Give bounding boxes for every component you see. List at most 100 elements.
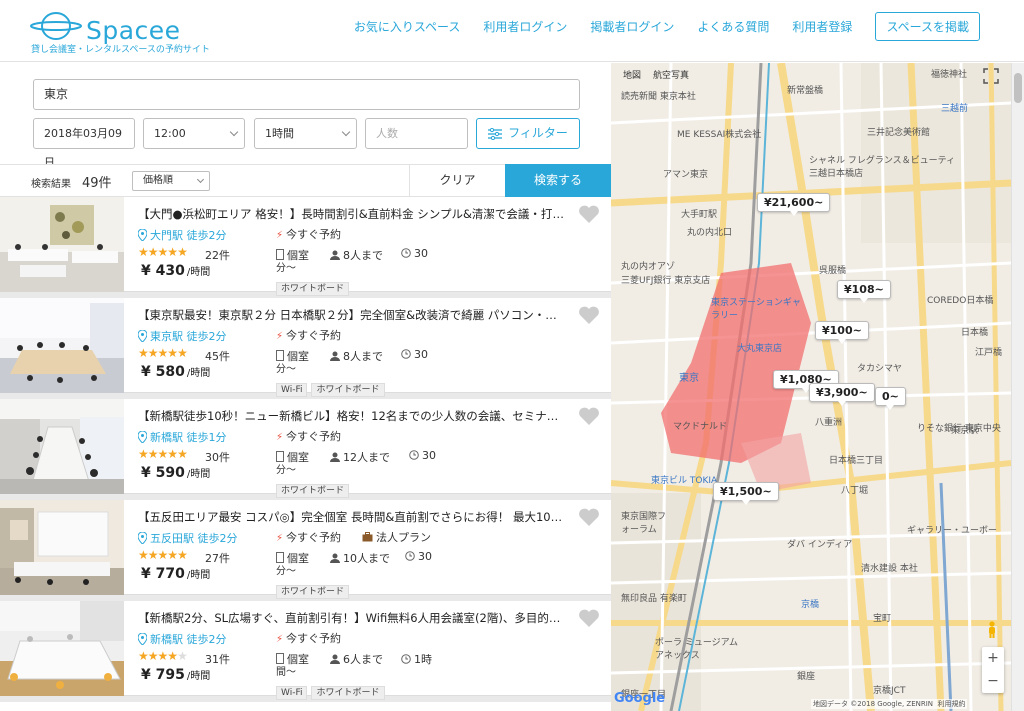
corporate-text: 法人プラン <box>376 531 431 544</box>
star-icon: ★ <box>147 245 159 259</box>
price-pin[interactable]: 0~ <box>875 387 906 410</box>
zoom-out-button[interactable]: − <box>982 670 1004 693</box>
price-pin[interactable]: ¥21,600~ <box>757 193 831 216</box>
map-type-satellite[interactable]: 航空写真 <box>653 68 689 81</box>
nav-register[interactable]: 利用者登録 <box>792 18 852 35</box>
star-icon: ★ <box>177 447 188 461</box>
capacity-text: 6人まで <box>343 653 383 666</box>
nav-favorites[interactable]: お気に入りスペース <box>354 18 461 35</box>
sort-select[interactable]: 価格順 <box>132 171 210 191</box>
people-input[interactable]: 人数 <box>365 118 468 149</box>
tag: Wi-Fi <box>276 686 308 700</box>
listing-station: 新橋駅 徒歩2分 <box>138 631 227 647</box>
listing-photo[interactable] <box>0 601 124 696</box>
heart-icon[interactable] <box>578 305 600 325</box>
station-text: 大門駅 徒歩2分 <box>150 229 227 242</box>
map-label: ポーラ ミュージアム アネックス <box>655 638 739 661</box>
street-view-icon[interactable] <box>985 621 999 639</box>
bolt-icon: ⚡ <box>276 331 284 342</box>
filter-button[interactable]: フィルター <box>476 118 580 149</box>
clock-icon <box>401 349 411 359</box>
price-pin[interactable]: ¥100~ <box>815 321 869 344</box>
map-label: 東京ステーションギャラリー <box>711 298 801 321</box>
map-label: 丸の内オアゾ <box>621 262 676 272</box>
list-item[interactable]: 【東京駅最安！東京駅２分 日本橋駅２分】完全個室&改装済で綺麗 パソコン・プロジ… <box>0 298 611 397</box>
map-label: 清水建設 本社 <box>861 564 918 574</box>
bolt-icon: ⚡ <box>276 432 284 443</box>
listing-photo[interactable] <box>0 399 124 494</box>
tag-list: Wi-Fi ホワイトボード <box>276 377 389 397</box>
instant-booking: ⚡ 今すぐ予約 <box>276 327 341 343</box>
listing-title[interactable]: 【新橋駅2分、SL広場すぐ、直前割引有！】Wifi無料6人用会議室(2階)、多目… <box>138 610 568 626</box>
listing-title[interactable]: 【五反田エリア最安 コスパ◎】完全個室 長時間&直前割でさらにお得！ 最大10名… <box>138 509 568 525</box>
app-root: Spacee 貸し会議室・レンタルスペースの予約サイト お気に入りスペース 利用… <box>0 0 1024 711</box>
logo-text: Spacee <box>86 16 181 45</box>
tag: ホワイトボード <box>276 282 350 296</box>
instant-booking: ⚡ 今すぐ予約 <box>276 226 341 242</box>
top-nav: お気に入りスペース 利用者ログイン 掲載者ログイン よくある質問 利用者登録 ス… <box>331 11 980 41</box>
star-icon: ★ <box>177 649 188 663</box>
duration-select[interactable]: 1時間 <box>254 118 357 149</box>
zoom-in-button[interactable]: + <box>982 647 1004 670</box>
map-type-map[interactable]: 地図 <box>623 68 641 81</box>
location-input[interactable]: 東京 <box>33 79 580 110</box>
min-time-text: 30 <box>422 449 436 462</box>
station-text: 東京駅 徒歩2分 <box>150 330 227 343</box>
list-item[interactable]: 【新橋駅徒歩10秒！ニュー新橋ビル】格安！12名までの少人数の会議、セミナーに…… <box>0 399 611 498</box>
map-label: COREDO日本橋 <box>927 296 994 306</box>
listing-photo[interactable] <box>0 298 124 393</box>
listing-photo[interactable] <box>0 500 124 595</box>
post-space-button[interactable]: スペースを掲載 <box>875 11 980 41</box>
min-time-text: 30 <box>418 550 432 563</box>
price-value: ¥ 430 <box>141 263 185 279</box>
person-icon <box>330 452 340 462</box>
logo[interactable]: Spacee 貸し会議室・レンタルスペースの予約サイト <box>30 8 220 55</box>
date-select[interactable]: 2018年03月09日 <box>33 118 135 169</box>
map-label: 八丁堀 <box>841 486 869 496</box>
min-time-unit: 分～ <box>276 465 296 476</box>
nav-faq[interactable]: よくある質問 <box>697 18 769 35</box>
listing-title[interactable]: 【新橋駅徒歩10秒！ニュー新橋ビル】格安！12名までの少人数の会議、セミナーに… <box>138 408 568 424</box>
list-item[interactable]: 【大門●浜松町エリア 格安！】長時間割引&直前料金 シンプル&清潔で会議・打合せ… <box>0 197 611 296</box>
listing-title[interactable]: 【東京駅最安！東京駅２分 日本橋駅２分】完全個室&改装済で綺麗 パソコン・プロジ… <box>138 307 568 323</box>
heart-icon[interactable] <box>578 406 600 426</box>
listing-photo[interactable] <box>0 197 124 292</box>
listing-title[interactable]: 【大門●浜松町エリア 格安！】長時間割引&直前料金 シンプル&清潔で会議・打合せ… <box>138 206 568 222</box>
instant-text: 今すぐ予約 <box>286 632 342 645</box>
map[interactable]: 地図 航空写真 読売新聞 東京本社 新常盤橋 福徳神社 三越前 三井記念美術館 … <box>611 63 1011 711</box>
scroll-thumb[interactable] <box>1014 73 1022 103</box>
price-pin[interactable]: ¥3,900~ <box>809 383 875 406</box>
map-label: 東京ビル TOKIA <box>651 476 718 486</box>
review-count: 31件 <box>205 653 230 666</box>
list-item[interactable]: 【五反田エリア最安 コスパ◎】完全個室 長時間&直前割でさらにお得！ 最大10名… <box>0 500 611 599</box>
heart-icon[interactable] <box>578 608 600 628</box>
star-icon: ★ <box>147 447 159 461</box>
map-label: 呉服橋 <box>819 266 847 276</box>
time-select[interactable]: 12:00 <box>143 118 245 149</box>
date-value: 2018年03月09日 <box>44 127 122 169</box>
terms-link[interactable]: 利用規約 <box>937 700 965 708</box>
price-pin[interactable]: ¥108~ <box>837 280 891 303</box>
location-pin-icon <box>138 633 147 645</box>
price-unit: /時間 <box>186 570 211 581</box>
clear-button[interactable]: クリア <box>409 165 505 196</box>
review-count: 45件 <box>205 350 230 363</box>
nav-host-login[interactable]: 掲載者ログイン <box>590 18 674 35</box>
map-label: 丸の内北口 <box>687 228 733 238</box>
price-pin[interactable]: ¥1,500~ <box>713 482 779 505</box>
list-item[interactable] <box>0 702 611 711</box>
list-item[interactable]: 【新橋駅2分、SL広場すぐ、直前割引有！】Wifi無料6人用会議室(2階)、多目… <box>0 601 611 700</box>
page-scrollbar[interactable] <box>1011 63 1024 711</box>
nav-user-login[interactable]: 利用者ログイン <box>483 18 567 35</box>
fullscreen-icon[interactable] <box>983 68 999 84</box>
instant-text: 今すぐ予約 <box>286 228 342 241</box>
heart-icon[interactable] <box>578 507 600 527</box>
search-button[interactable]: 検索する <box>505 164 611 197</box>
min-time-text: 1時 <box>414 653 432 666</box>
chevron-down-icon <box>229 127 239 137</box>
heart-icon[interactable] <box>578 204 600 224</box>
map-label: タカシマヤ <box>857 364 903 374</box>
map-label: ME KESSAI株式会社 <box>677 130 762 140</box>
star-glyphs: ★★★★★ <box>138 649 188 663</box>
capacity: 6人まで <box>330 651 383 667</box>
